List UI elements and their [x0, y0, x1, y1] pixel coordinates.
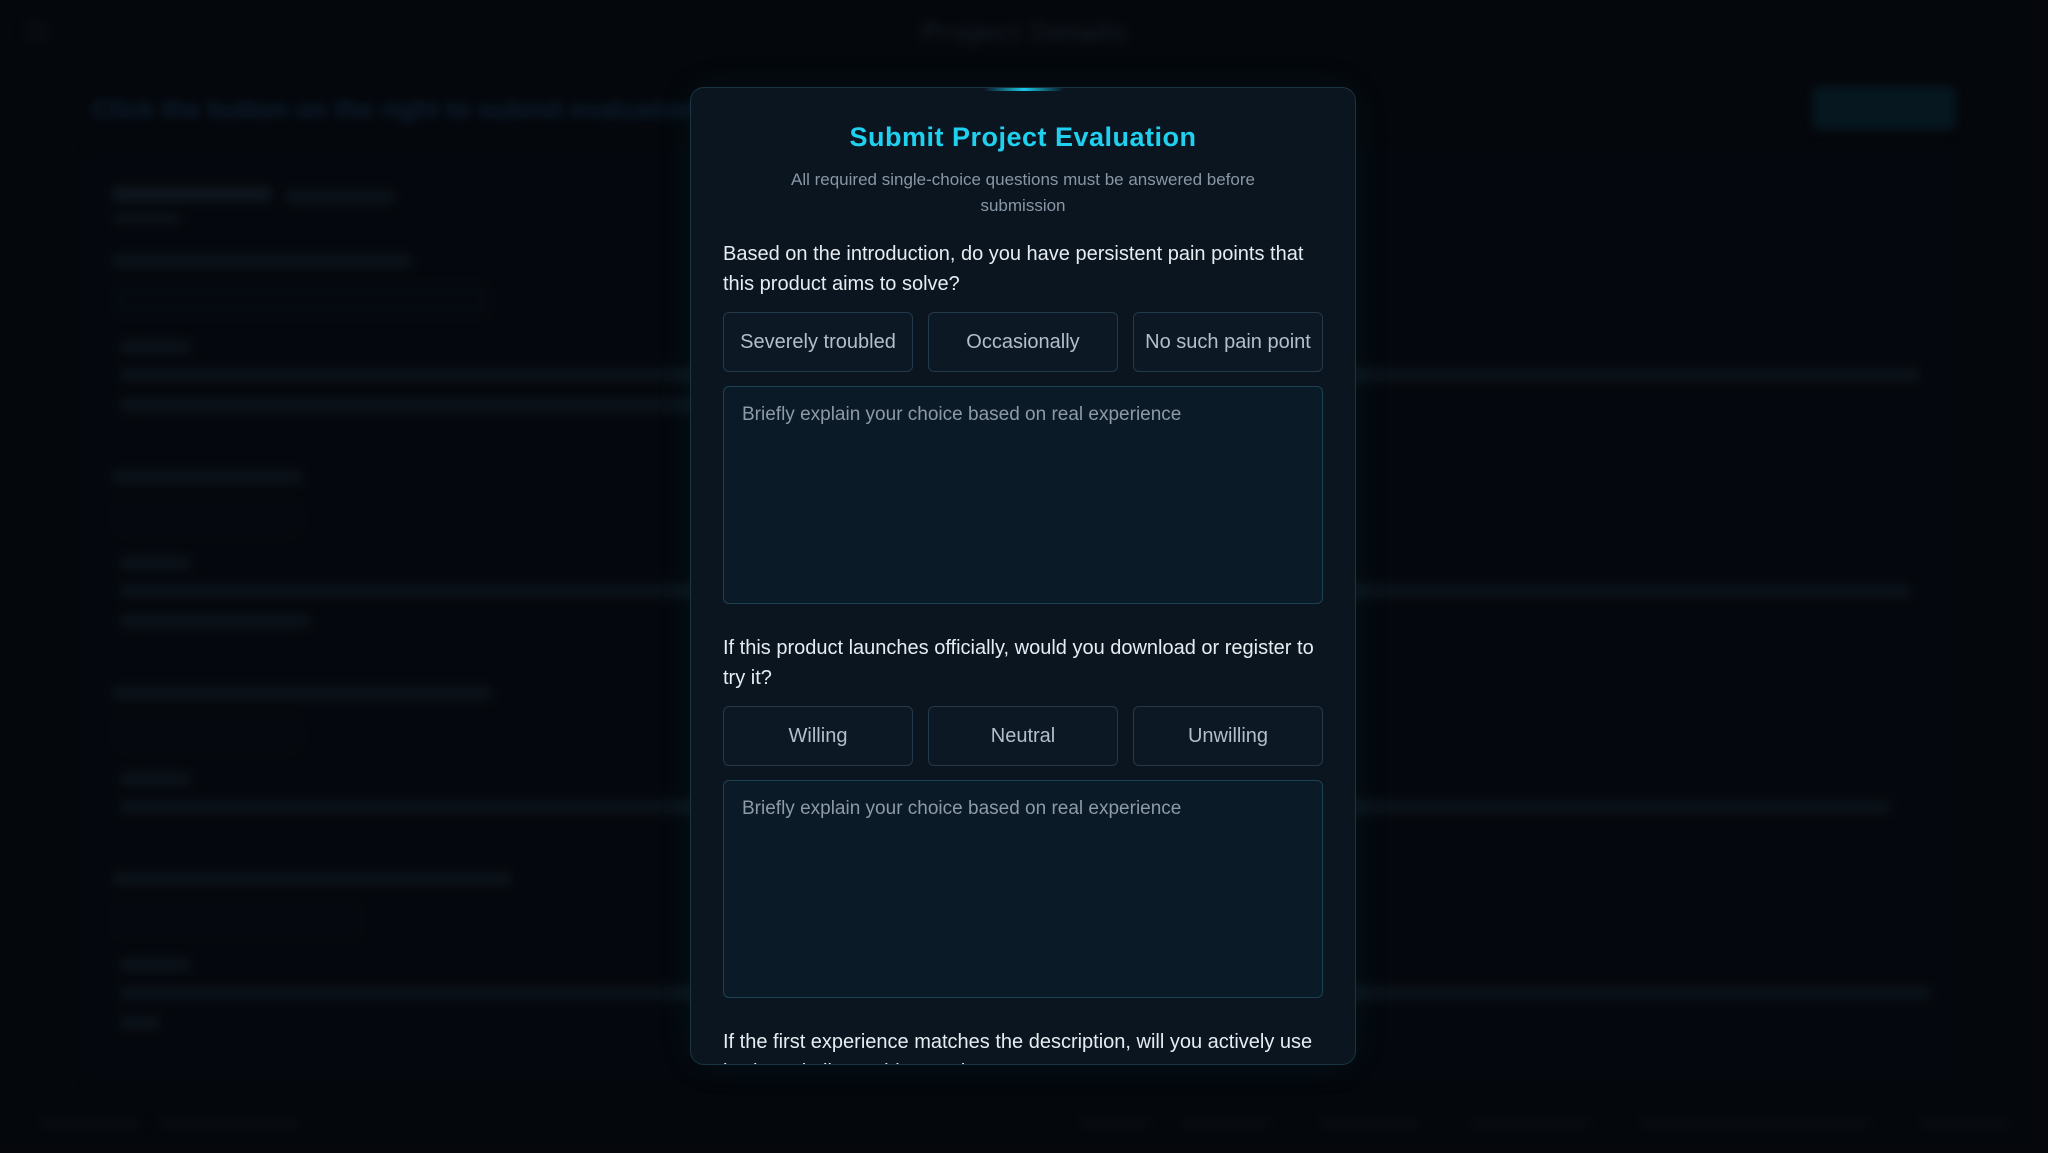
- question-1: Based on the introduction, do you have p…: [723, 243, 1304, 296]
- option-neutral[interactable]: Neutral: [928, 706, 1118, 767]
- question-2-explanation-input[interactable]: [723, 780, 1323, 999]
- question-2-options: Willing Neutral Unwilling: [723, 706, 1323, 767]
- option-unwilling[interactable]: Unwilling: [1133, 706, 1323, 767]
- option-willing[interactable]: Willing: [723, 706, 913, 767]
- question-3: If the first experience matches the desc…: [723, 1031, 1313, 1064]
- question-1-options: Severely troubled Occasionally No such p…: [723, 312, 1323, 373]
- option-occasionally[interactable]: Occasionally: [928, 312, 1118, 373]
- page: Project Details Click the button on the …: [0, 0, 2048, 1153]
- modal-subtitle: All required single-choice questions mus…: [791, 170, 1255, 216]
- option-severely-troubled[interactable]: Severely troubled: [723, 312, 913, 373]
- option-no-such-pain-point[interactable]: No such pain point: [1133, 312, 1323, 373]
- question-2: If this product launches officially, wou…: [723, 637, 1314, 690]
- modal-content: Submit Project Evaluation All required s…: [691, 88, 1355, 1064]
- modal-title: Submit Project Evaluation: [849, 122, 1197, 152]
- evaluation-modal: Submit Project Evaluation All required s…: [690, 87, 1356, 1065]
- question-1-explanation-input[interactable]: [723, 386, 1323, 605]
